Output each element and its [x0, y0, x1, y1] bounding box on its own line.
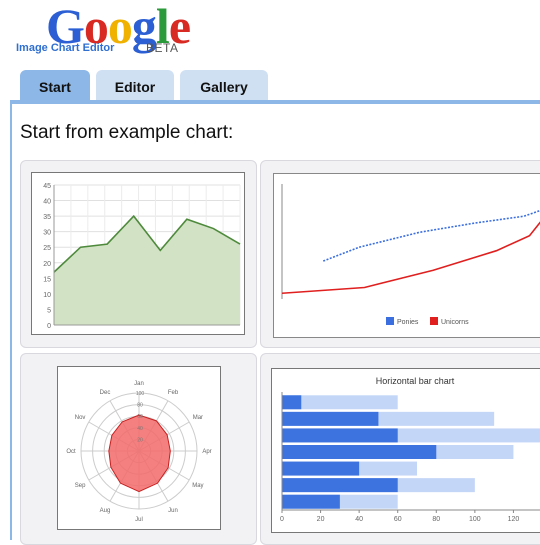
x-tick-label: 40	[355, 516, 363, 523]
bar-primary	[282, 494, 340, 509]
x-tick-label: 20	[317, 516, 325, 523]
radar-tick-label: 100	[136, 391, 145, 397]
radar-category-label: Jun	[168, 508, 178, 514]
radar-category-label: May	[192, 483, 203, 489]
radar-category-label: Nov	[75, 415, 86, 421]
radar-category-label: Feb	[168, 390, 179, 396]
radar-category-label: Sep	[75, 483, 86, 489]
bar-primary	[282, 411, 379, 426]
radar-tick-label: 20	[137, 437, 143, 443]
radar-category-label: Apr	[202, 449, 211, 455]
google-logo: Google Image Chart Editor BETA	[16, 0, 196, 60]
legend-label: Ponies	[397, 319, 419, 326]
section-title: Start from example chart:	[20, 122, 234, 143]
radar-category-label: Oct	[66, 449, 76, 455]
radar-tick-label: 60	[137, 414, 143, 420]
example-chart-area[interactable]: 0 5 10 15 20 25 30 35 40 45	[20, 160, 257, 348]
radar-category-label: Dec	[100, 390, 111, 396]
radar-category-label: Jul	[135, 517, 143, 523]
x-tick-label: 0	[280, 516, 284, 523]
bar-primary	[282, 395, 302, 410]
legend-swatch	[430, 317, 438, 325]
y-tick-label: 35	[43, 214, 51, 221]
bar-primary	[282, 478, 398, 493]
radar-tick-label: 40	[137, 426, 143, 432]
tab-editor[interactable]: Editor	[96, 70, 174, 101]
x-tick-label: 120	[508, 516, 520, 523]
radar-chart: 20 40 60 80 100 Jan Feb Mar Apr May Jun Jul Aug Sep Oc…	[66, 381, 211, 523]
radar-category-label: Mar	[193, 415, 203, 421]
bar-primary	[282, 461, 360, 476]
bar-primary	[282, 428, 398, 443]
y-tick-label: 45	[43, 183, 51, 190]
logo-subtitle: Image Chart Editor	[16, 42, 115, 54]
example-chart-line[interactable]: Ponies Unicorns	[260, 160, 540, 348]
y-tick-label: 40	[43, 199, 51, 206]
series-line	[281, 221, 540, 295]
tab-start[interactable]: Start	[20, 70, 90, 101]
tab-gallery[interactable]: Gallery	[180, 70, 268, 101]
bar-primary	[282, 445, 437, 459]
tab-underline	[10, 100, 540, 104]
y-tick-label: 20	[43, 261, 51, 268]
beta-label: BETA	[146, 41, 179, 55]
x-tick-label: 60	[394, 516, 402, 523]
x-tick-label: 100	[469, 516, 481, 523]
x-tick-label: 80	[432, 516, 440, 523]
horizontal-bar-chart: Horizontal bar chart020406080100120140	[280, 376, 540, 523]
line-chart: Ponies Unicorns	[281, 184, 540, 326]
radar-tick-label: 80	[137, 403, 143, 409]
radar-category-label: Jan	[134, 381, 144, 387]
y-tick-label: 5	[47, 307, 51, 314]
legend-label: Unicorns	[441, 319, 469, 326]
chart-title: Horizontal bar chart	[376, 376, 455, 386]
y-tick-label: 30	[43, 230, 51, 237]
panel-border	[10, 100, 12, 540]
series-line	[322, 209, 540, 262]
radar-category-label: Aug	[100, 508, 111, 514]
y-tick-label: 0	[47, 323, 51, 330]
y-tick-label: 15	[43, 276, 51, 283]
example-chart-radar[interactable]: 20 40 60 80 100 Jan Feb Mar Apr May Jun Jul Aug Sep Oc…	[20, 353, 257, 545]
area-chart: 0 5 10 15 20 25 30 35 40 45	[43, 183, 241, 330]
example-chart-bar[interactable]: Horizontal bar chart020406080100120140	[260, 353, 540, 545]
legend-swatch	[386, 317, 394, 325]
y-tick-label: 25	[43, 245, 51, 252]
y-tick-label: 10	[43, 292, 51, 299]
